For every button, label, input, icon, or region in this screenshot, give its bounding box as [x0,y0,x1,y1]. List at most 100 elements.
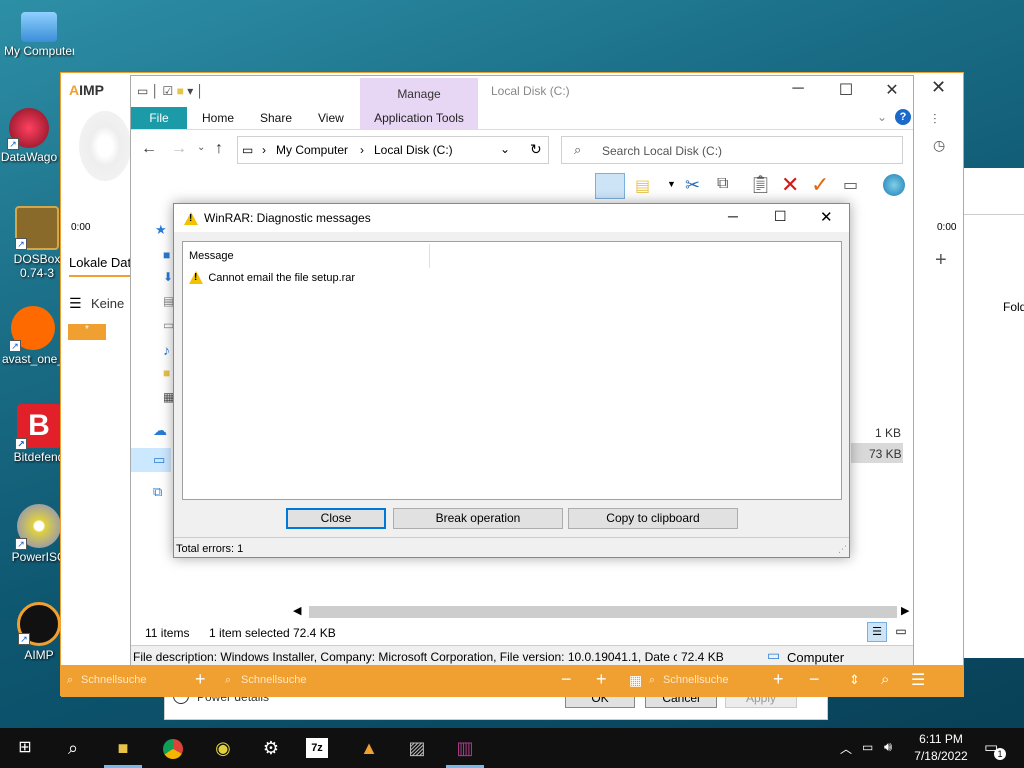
volume-icon[interactable]: 🔊︎ [884,739,892,755]
minus-button[interactable]: − [561,669,572,690]
recent-locations-icon[interactable]: ⌄ [197,142,205,153]
chrome-icon[interactable] [160,736,186,760]
search-button[interactable]: ⌕ [881,671,889,688]
tab-file[interactable]: File [131,107,187,129]
globe-icon[interactable] [883,174,905,196]
back-button[interactable]: ← [141,140,157,158]
clock-date[interactable]: 7/18/2022 [910,749,972,763]
add-button[interactable]: + [195,669,206,690]
new-folder-icon[interactable]: ▤ [635,176,650,196]
dropdown-icon[interactable]: ▼ [667,179,676,189]
message-list[interactable]: Message Cannot email the file setup.rar [182,241,842,500]
desktop-icon-avast[interactable]: ↗ avast_one_ [0,306,68,366]
help-icon[interactable]: ? [895,109,911,125]
application-tools-tab[interactable]: Application Tools [360,111,478,125]
details-view-button[interactable]: ☰ [867,622,887,642]
copy-to-clipboard-button[interactable]: Copy to clipboard [568,508,738,529]
close-button[interactable]: ✕ [877,80,907,100]
equalizer-icon[interactable]: ⫶ [933,111,937,128]
maximize-button[interactable]: ☐ [831,80,861,100]
desktop-icon-label: DataWago [0,150,58,164]
copy-icon[interactable]: ⧉ [717,175,728,193]
desktop-folder-icon[interactable]: ■ [163,248,170,262]
search-icon[interactable]: ⌕ [60,736,86,760]
resize-grip-icon[interactable]: ⋰ [838,544,847,555]
menu-icon[interactable]: ☰ [69,295,82,312]
playlist-marker: * [68,324,106,340]
maximize-button[interactable]: ☐ [774,208,787,225]
network-icon[interactable]: ⧉ [153,484,162,500]
breadcrumb-my-computer[interactable]: My Computer [276,143,348,157]
minus-button-2[interactable]: − [809,669,820,690]
onedrive-icon[interactable]: ☁ [153,422,167,439]
scroll-left-icon[interactable]: ◀ [293,604,301,617]
close-button[interactable]: Close [286,508,386,529]
sort-icon[interactable]: ⇕ [849,672,860,688]
cut-icon[interactable]: ✂ [685,175,700,196]
thumbnail-view-button[interactable]: ▭ [891,622,911,642]
disc-icon[interactable]: ◉ [210,736,236,760]
column-header-message[interactable]: Message [189,250,234,262]
music-icon[interactable]: ♪ [163,342,170,358]
quicksearch-input-3[interactable]: Schnellsuche [663,674,728,686]
playlist-item[interactable]: Keine [91,296,124,311]
folder-icon[interactable]: ■ [163,366,170,380]
horizontal-scrollbar[interactable] [309,606,897,618]
tab-share[interactable]: Share [249,107,303,129]
playlist-tab-underline [69,275,131,277]
preview-pane-icon[interactable] [595,173,625,199]
7zip-icon[interactable]: 7z [306,738,328,758]
divider [964,214,1024,215]
paste-icon[interactable]: 📋︎ [749,174,772,195]
desktop-icon-datawago[interactable]: ↗ DataWago [0,108,64,164]
start-windows-icon[interactable]: ⊞ [12,736,38,760]
up-button[interactable]: ↑ [215,140,223,158]
search-input[interactable]: Search Local Disk (C:) [602,144,722,158]
image-viewer-icon[interactable]: ▨ [404,736,430,760]
quicksearch-input[interactable]: Schnellsuche [81,674,146,686]
close-icon[interactable]: ✕ [931,77,946,98]
status-item-count: 11 items [145,626,190,640]
tray-chevron-icon[interactable]: ︿ [840,740,852,757]
minimize-button[interactable]: ─ [728,208,738,224]
aimp-taskbar-icon[interactable]: ▲ [356,736,382,760]
close-button[interactable]: ✕ [820,208,833,226]
forward-button[interactable]: → [171,140,187,158]
message-text: Cannot email the file setup.rar [208,272,356,284]
location-label: Computer [787,650,845,665]
manage-tab-group[interactable]: Manage Application Tools [360,78,478,130]
tab-view[interactable]: View [307,107,355,129]
desktop-icon-my-computer[interactable]: My Computer [4,8,74,58]
address-bar[interactable]: ▭ › My Computer › Local Disk (C:) ⌄ ↻ [237,136,549,164]
break-operation-button[interactable]: Break operation [393,508,563,529]
file-explorer-icon[interactable]: ■ [110,736,136,760]
clock-time[interactable]: 6:11 PM [916,732,966,746]
properties-icon[interactable]: ▭ [843,175,858,195]
scroll-right-icon[interactable]: ▶ [901,604,909,617]
winrar-icon[interactable]: ▥ [452,736,478,760]
add-button-3[interactable]: + [773,669,784,690]
settings-gear-icon[interactable]: ⚙ [258,736,284,760]
breadcrumb-local-disk[interactable]: Local Disk (C:) [374,143,453,157]
ribbon-expand-icon[interactable]: ⌄ [877,110,887,124]
grid-icon[interactable]: ▦ [629,672,642,689]
message-row[interactable]: Cannot email the file setup.rar [189,270,829,288]
ribbon-divider [131,129,913,130]
playlist-tab[interactable]: Lokale Dat [69,255,131,270]
hamburger-icon[interactable]: ☰ [911,670,925,690]
quick-access-icon[interactable]: ★ [155,222,167,238]
quicksearch-input-2[interactable]: Schnellsuche [241,674,306,686]
tab-home[interactable]: Home [191,107,245,129]
downloads-icon[interactable]: ⬇ [163,270,173,284]
check-icon[interactable]: ✓ [811,172,829,198]
add-button-2[interactable]: + [596,669,607,690]
minimize-button[interactable]: ─ [783,80,813,98]
clock-icon[interactable]: ◷ [933,137,945,154]
network-tray-icon[interactable]: ▭ [862,740,873,754]
add-icon[interactable]: + [935,249,947,272]
address-dropdown-icon[interactable]: ⌄ [500,142,510,156]
refresh-icon[interactable]: ↻ [530,141,542,158]
search-box[interactable]: ⌕ Search Local Disk (C:) [561,136,903,164]
delete-icon[interactable]: ✕ [781,172,799,198]
quick-access-toolbar: ▭ │ ☑ ■ ▾ │ [137,84,205,98]
